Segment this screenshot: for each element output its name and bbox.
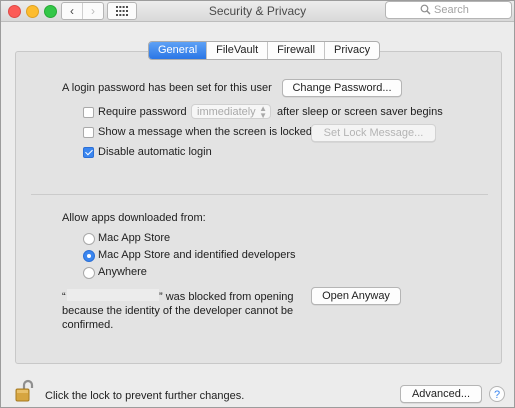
require-password-checkbox[interactable] <box>83 107 94 118</box>
radio-anywhere-label: Anywhere <box>98 266 147 278</box>
tab-general[interactable]: General <box>149 42 207 59</box>
redacted-app-name <box>67 289 159 301</box>
tab-firewall[interactable]: Firewall <box>267 42 324 59</box>
blocked-app-open-quote: “ <box>62 291 66 303</box>
advanced-button[interactable]: Advanced... <box>400 385 482 403</box>
security-privacy-window: ‹ › Security & Privacy Search General Fi <box>0 0 515 408</box>
blocked-app-text-line-3: confirmed. <box>62 319 114 331</box>
change-password-button[interactable]: Change Password... <box>282 79 402 97</box>
search-field[interactable]: Search <box>385 1 512 19</box>
section-divider <box>31 194 488 195</box>
help-button[interactable]: ? <box>489 386 505 402</box>
open-anyway-button[interactable]: Open Anyway <box>311 287 401 305</box>
require-password-delay-popup[interactable]: immediately ▲ ▼ <box>191 104 271 120</box>
after-sleep-text: after sleep or screen saver begins <box>277 106 443 118</box>
title-bar: ‹ › Security & Privacy Search <box>1 1 514 22</box>
allow-apps-label: Allow apps downloaded from: <box>62 212 206 224</box>
tab-bar: General FileVault Firewall Privacy <box>148 41 381 60</box>
radio-mac-app-store-label: Mac App Store <box>98 232 171 244</box>
require-password-label: Require password <box>98 106 187 118</box>
tab-privacy[interactable]: Privacy <box>324 42 379 59</box>
require-password-delay-value: immediately <box>197 106 256 118</box>
disable-automatic-login-checkbox[interactable] <box>83 147 94 158</box>
login-password-text: A login password has been set for this u… <box>62 82 272 94</box>
lock-instruction-text: Click the lock to prevent further change… <box>45 390 245 402</box>
radio-identified-developers-label: Mac App Store and identified developers <box>98 249 296 261</box>
tab-filevault[interactable]: FileVault <box>206 42 267 59</box>
show-message-label: Show a message when the screen is locked <box>98 126 313 138</box>
search-icon <box>420 4 431 15</box>
radio-mac-app-store[interactable] <box>83 233 95 245</box>
blocked-app-text-line-1: ” was blocked from opening <box>159 291 294 303</box>
unlocked-padlock-icon[interactable] <box>15 379 35 403</box>
show-message-checkbox[interactable] <box>83 127 94 138</box>
popup-arrows-icon: ▲ ▼ <box>259 104 267 120</box>
disable-automatic-login-label: Disable automatic login <box>98 146 212 158</box>
general-panel <box>15 51 502 364</box>
radio-identified-developers[interactable] <box>83 250 95 262</box>
blocked-app-text-line-2: because the identity of the developer ca… <box>62 305 294 317</box>
search-placeholder: Search <box>434 4 469 16</box>
radio-anywhere[interactable] <box>83 267 95 279</box>
set-lock-message-button[interactable]: Set Lock Message... <box>311 124 436 142</box>
